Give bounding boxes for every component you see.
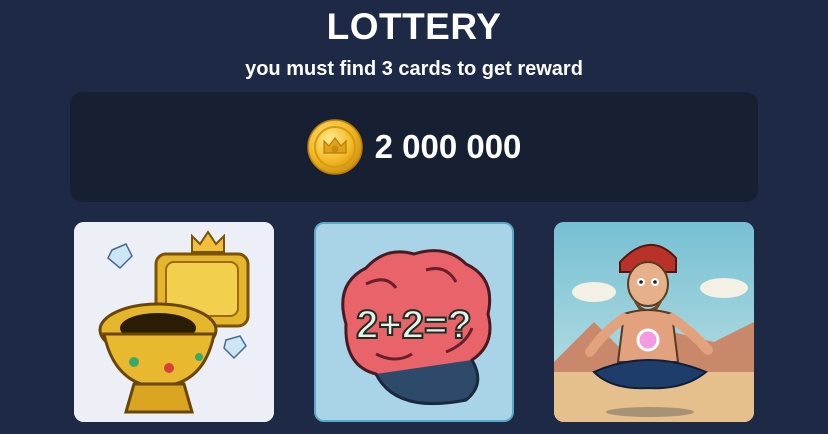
reward-amount: 2 000 000: [374, 128, 522, 165]
golden-toilet-image: [74, 222, 274, 422]
card-meditating-man[interactable]: [554, 222, 754, 422]
brain-equation: 2+2=?: [356, 303, 472, 347]
page-title: LOTTERY: [326, 6, 502, 47]
reward-panel: 2 000 000: [70, 92, 758, 202]
card-brain[interactable]: 2+2=?: [314, 222, 514, 422]
gold-coin-icon: [306, 119, 363, 175]
page-subtitle: you must find 3 cards to get reward: [245, 58, 583, 80]
meditating-man-image: [554, 222, 754, 422]
card-golden-toilet[interactable]: [74, 222, 274, 422]
brain-image: 2+2=?: [316, 224, 512, 420]
